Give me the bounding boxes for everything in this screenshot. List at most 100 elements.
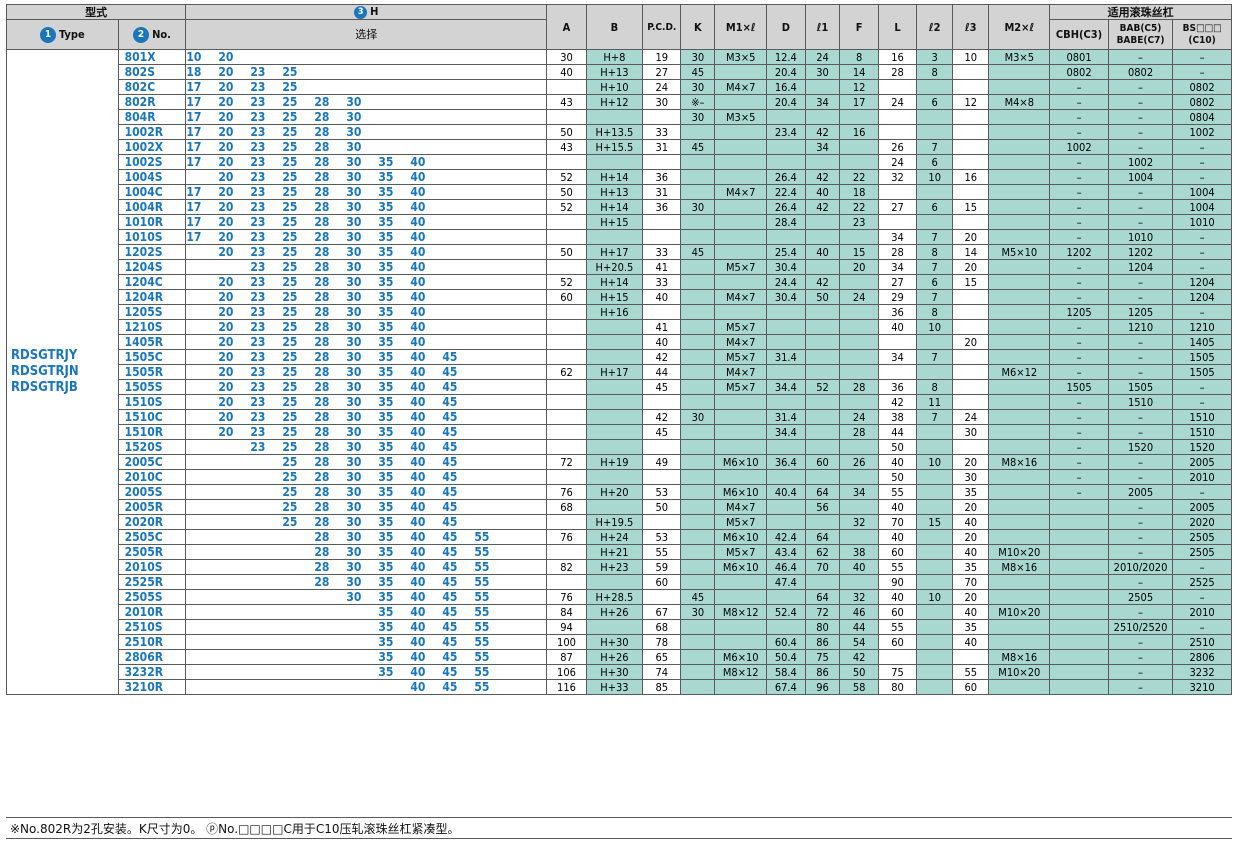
dim-cell: M5×7 (714, 319, 768, 335)
dim-cell: 40 (877, 529, 918, 545)
h-value: 28 (314, 319, 330, 334)
dim-cell (546, 214, 587, 230)
h-value: 28 (314, 379, 330, 394)
h-value: 30 (346, 439, 362, 454)
dim-cell (714, 64, 768, 80)
dim-cell: H+26 (585, 649, 644, 665)
page: { "header": { "type_group": "型式", "type_… (0, 0, 1238, 845)
dim-cell (988, 199, 1051, 215)
dim-cell (916, 619, 954, 635)
h-value: 28 (314, 574, 330, 589)
dim-cell: 24 (952, 409, 990, 425)
h-value: 28 (314, 199, 330, 214)
dim-cell: 2806 (1172, 649, 1232, 665)
dim-cell (546, 379, 587, 395)
dim-cell: H+30 (585, 664, 644, 680)
dim-cell (766, 319, 806, 335)
dim-cell: – (1049, 259, 1109, 275)
dim-cell: 60 (804, 454, 841, 470)
dim-cell (585, 154, 644, 170)
dim-cell: 54 (839, 634, 879, 650)
h-value: 30 (346, 589, 362, 604)
dim-cell: 1510 (1172, 409, 1232, 425)
dim-cell: M8×16 (988, 559, 1051, 575)
dim-cell: 44 (877, 424, 918, 440)
h-value: 45 (442, 649, 458, 664)
dim-cell: 30 (804, 64, 841, 80)
h-value: 28 (314, 334, 330, 349)
dim-cell: – (1107, 679, 1174, 695)
h-value: 28 (314, 184, 330, 199)
dim-cell: 44 (839, 619, 879, 635)
dim-cell: – (1172, 229, 1232, 245)
dim-cell (585, 379, 644, 395)
dim-cell: – (1049, 109, 1109, 125)
dim-cell (988, 409, 1051, 425)
h-value: 40 (410, 514, 426, 529)
dim-cell: 53 (642, 529, 682, 545)
h-value: 40 (410, 394, 426, 409)
h-value: 30 (346, 154, 362, 169)
dim-cell: 1520 (1172, 439, 1232, 455)
h-value: 35 (378, 154, 394, 169)
dim-cell (642, 514, 682, 530)
dim-cell: 60 (952, 679, 990, 695)
dim-cell (642, 439, 682, 455)
dim-cell: 20 (952, 259, 990, 275)
h-value: 45 (442, 544, 458, 559)
dim-cell: 43.4 (766, 544, 806, 560)
dim-cell: 30.4 (766, 259, 806, 275)
dim-cell: 60.4 (766, 634, 806, 650)
h-value: 20 (218, 199, 234, 214)
dim-cell: 18 (839, 184, 879, 200)
table-row: 1210S 20 23 25 28 30 35 40 41 M5×7 40 10–1210 1210 (7, 319, 1232, 335)
h-value: 35 (378, 454, 394, 469)
dim-cell: 2010 (1172, 604, 1232, 620)
dim-cell (642, 304, 682, 320)
dim-cell: 8 (916, 379, 954, 395)
table-row: 1004R 17 20 23 25 28 30 35 40 52 H+14 36 30 26.4 42 22 2… (7, 199, 1232, 215)
dim-cell: – (1107, 454, 1174, 470)
dim-cell: 0802 (1049, 64, 1109, 80)
dim-cell: 52 (546, 199, 587, 215)
dim-cell: 30 (546, 49, 587, 65)
dim-cell: 40 (877, 589, 918, 605)
dim-cell: 40 (952, 604, 990, 620)
dim-cell (714, 574, 768, 590)
h-value: 30 (346, 289, 362, 304)
h-value: 40 (410, 604, 426, 619)
dim-cell: 22 (839, 169, 879, 185)
dim-cell (680, 229, 716, 245)
h-value: 17 (186, 229, 202, 244)
dim-cell: 7 (916, 229, 954, 245)
dim-cell: 19 (642, 49, 682, 65)
h-value: 40 (410, 364, 426, 379)
dim-cell (952, 289, 990, 305)
part-number: 1002S (117, 154, 187, 170)
dim-cell (1049, 574, 1109, 590)
h-value: 28 (314, 484, 330, 499)
dim-cell: 2005 (1172, 499, 1232, 515)
h-value: 45 (442, 604, 458, 619)
h-values: 20 23 25 28 30 35 40 45 (185, 394, 548, 410)
dim-cell (839, 109, 879, 125)
dim-cell: – (1107, 199, 1174, 215)
h-value: 55 (474, 664, 490, 679)
h-value: 30 (346, 379, 362, 394)
h-value: 25 (282, 379, 298, 394)
h-value: 20 (218, 424, 234, 439)
dim-cell: 14 (952, 244, 990, 260)
dim-cell (546, 109, 587, 125)
h-value: 25 (282, 169, 298, 184)
h-value: 30 (346, 454, 362, 469)
dim-cell: 2505 (1172, 544, 1232, 560)
dim-cell: H+23 (585, 559, 644, 575)
dim-cell: H+15.5 (585, 139, 644, 155)
h-value: 20 (218, 364, 234, 379)
dim-cell (988, 634, 1051, 650)
dim-cell (916, 499, 954, 515)
dim-cell (1049, 544, 1109, 560)
dim-cell: 60 (877, 634, 918, 650)
dim-cell: 32 (839, 589, 879, 605)
dim-cell (988, 124, 1051, 140)
